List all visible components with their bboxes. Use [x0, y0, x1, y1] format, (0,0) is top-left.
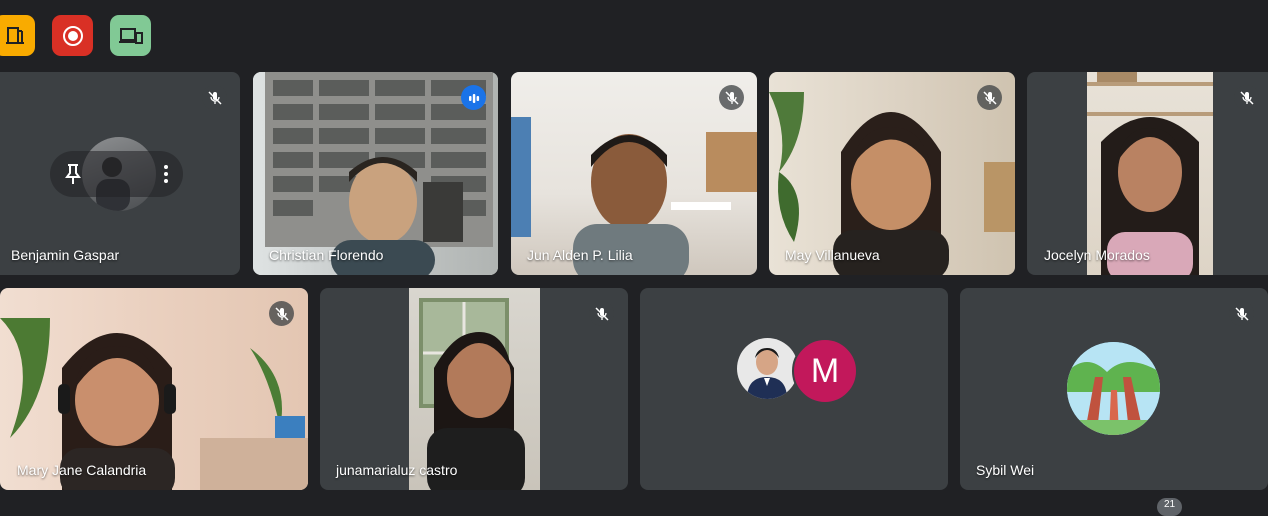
participant-name: May Villanueva	[785, 247, 880, 263]
participant-tile[interactable]: Sybil Wei	[960, 288, 1268, 490]
more-options-icon[interactable]	[163, 164, 169, 184]
avatar: M	[792, 338, 858, 404]
participant-video	[1087, 72, 1213, 275]
pin-icon[interactable]	[64, 163, 82, 185]
mic-off-icon	[1234, 85, 1259, 110]
record-button[interactable]	[52, 15, 93, 56]
participant-name: Mary Jane Calandria	[17, 462, 147, 478]
participant-name: Benjamin Gaspar	[11, 247, 120, 263]
others-tile[interactable]: M	[640, 288, 948, 490]
tile-hover-controls	[50, 151, 183, 197]
participant-name: Sybil Wei	[976, 462, 1035, 478]
mic-off-icon	[719, 85, 744, 110]
participant-tile[interactable]: Jocelyn Morados	[1027, 72, 1268, 275]
leave-room-button[interactable]	[0, 15, 35, 56]
mic-off-icon	[1229, 301, 1254, 326]
record-icon	[62, 25, 83, 46]
avatar	[737, 338, 798, 399]
participant-tile[interactable]: May Villanueva	[769, 72, 1015, 275]
avatar-letter: M	[810, 351, 840, 390]
mic-off-icon	[269, 301, 294, 326]
devices-button[interactable]	[110, 15, 151, 56]
mic-off-icon	[977, 85, 1002, 110]
participant-tile[interactable]: Benjamin Gaspar	[0, 72, 240, 275]
participant-tile[interactable]: junamarialuz castro	[320, 288, 628, 490]
participant-name: Jun Alden P. Lilia	[527, 247, 633, 263]
mic-off-icon	[202, 85, 227, 110]
participant-tile[interactable]: Christian Florendo	[253, 72, 498, 275]
avatar	[1067, 342, 1160, 435]
mic-off-icon	[589, 301, 614, 326]
participant-tile[interactable]: Jun Alden P. Lilia	[511, 72, 757, 275]
participant-video	[0, 288, 308, 490]
speaking-indicator-icon	[461, 85, 486, 110]
participant-video	[409, 288, 540, 490]
participant-name: Jocelyn Morados	[1044, 247, 1150, 263]
participant-name: Christian Florendo	[269, 247, 384, 263]
participant-tile[interactable]: Mary Jane Calandria	[0, 288, 308, 490]
devices-icon	[118, 27, 143, 44]
door-icon	[5, 26, 24, 44]
participant-count-badge[interactable]: 21	[1157, 498, 1182, 516]
participant-name: junamarialuz castro	[336, 462, 458, 478]
